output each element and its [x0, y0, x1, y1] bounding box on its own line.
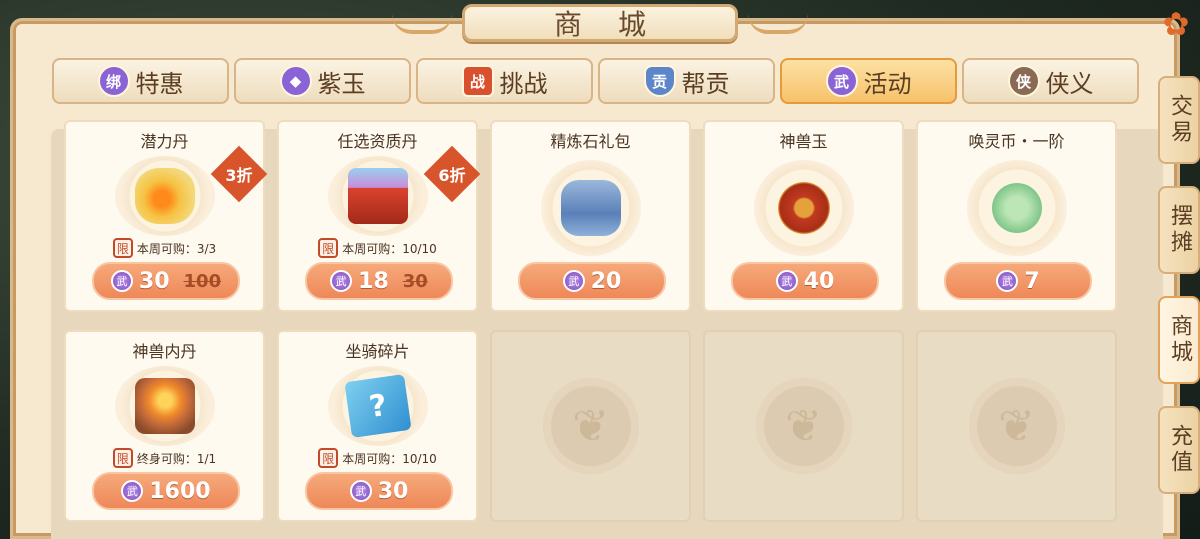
- buy-button[interactable]: 武 20: [518, 262, 666, 300]
- martial-coin-icon: 武: [825, 65, 858, 97]
- item-name: 神兽内丹: [132, 342, 197, 361]
- chivalry-coin-icon: 侠: [1007, 65, 1040, 97]
- empty-slot-icon: ❦: [755, 378, 852, 474]
- item-name: 神兽玉: [779, 132, 828, 151]
- side-tab-stall[interactable]: 摆摊: [1158, 186, 1200, 274]
- purchase-limit: 限 本周可购：10/10: [318, 448, 437, 468]
- discount-label: 6折: [438, 166, 466, 185]
- beast-jade-icon: [777, 182, 830, 234]
- tab-purple-jade[interactable]: ◆ 紫玉: [234, 58, 411, 104]
- category-tabs: 绑 特惠 ◆ 紫玉 战 挑战 贡 帮贡 武 活动 侠 侠义: [52, 58, 1139, 104]
- item-grid: 潜力丹 限 本周可购：3/3 3折 武 30 100 任选资质丹 限 本周可购：…: [64, 120, 1117, 522]
- price: 7: [1024, 268, 1040, 294]
- tab-label: 帮贡: [681, 69, 730, 98]
- beast-core-icon: [134, 378, 195, 434]
- price: 1600: [149, 478, 211, 504]
- empty-slot: ❦: [490, 330, 691, 522]
- martial-coin-icon: 武: [775, 270, 798, 292]
- original-price: 100: [183, 270, 222, 292]
- purchase-limit: 限 本周可购：3/3: [112, 238, 217, 258]
- martial-coin-icon: 武: [349, 480, 372, 502]
- item-image: ?: [327, 366, 428, 446]
- tab-label: 特惠: [135, 69, 184, 98]
- side-tab-recharge[interactable]: 充值: [1158, 406, 1200, 494]
- limit-badge: 限: [112, 238, 133, 258]
- price: 30: [138, 268, 170, 294]
- tab-label: 紫玉: [317, 69, 366, 98]
- empty-slot: ❦: [703, 330, 904, 522]
- side-tab-shop[interactable]: 商城: [1158, 296, 1200, 384]
- empty-slot: ❦: [916, 330, 1117, 522]
- treasure-chest-icon: [347, 168, 408, 224]
- buy-button[interactable]: 武 30: [305, 472, 453, 510]
- martial-coin-icon: 武: [996, 270, 1019, 292]
- item-name: 坐骑碎片: [345, 342, 410, 361]
- spirit-coin-icon: [991, 183, 1042, 233]
- tab-activity[interactable]: 武 活动: [780, 58, 957, 104]
- item-image: [114, 366, 215, 446]
- buy-button[interactable]: 武 30 100: [92, 262, 240, 300]
- item-image: [540, 160, 641, 256]
- original-price: 30: [402, 270, 428, 292]
- item-name: 任选资质丹: [337, 132, 418, 151]
- price: 20: [590, 268, 622, 294]
- buy-button[interactable]: 武 7: [944, 262, 1092, 300]
- item-image: [327, 156, 428, 236]
- tab-special-offer[interactable]: 绑 特惠: [52, 58, 229, 104]
- tab-label: 侠义: [1045, 69, 1094, 98]
- item-image: [966, 160, 1067, 256]
- shop-item-card[interactable]: 任选资质丹 限 本周可购：10/10 6折 武 18 30: [277, 120, 481, 312]
- item-name: 潜力丹: [140, 132, 189, 151]
- page-title: 商城: [462, 4, 738, 42]
- limit-badge: 限: [318, 448, 339, 468]
- purchase-limit: 限 终身可购：1/1: [112, 448, 217, 468]
- buy-button[interactable]: 武 1600: [92, 472, 240, 510]
- item-image: [114, 156, 215, 236]
- shop-item-card[interactable]: 坐骑碎片 ? 限 本周可购：10/10 武 30: [277, 330, 478, 522]
- empty-slot-icon: ❦: [542, 378, 639, 474]
- price: 30: [377, 478, 409, 504]
- limit-text: 本周可购：10/10: [342, 451, 437, 466]
- tab-label: 活动: [863, 69, 912, 98]
- tab-label: 挑战: [499, 69, 548, 98]
- refining-stone-box-icon: [560, 180, 621, 236]
- tab-chivalry[interactable]: 侠 侠义: [962, 58, 1139, 104]
- item-name: 唤灵币・一阶: [968, 132, 1065, 151]
- martial-coin-icon: 武: [562, 270, 585, 292]
- item-name: 精炼石礼包: [550, 132, 631, 151]
- guild-shield-icon: 贡: [643, 65, 676, 97]
- tab-challenge[interactable]: 战 挑战: [416, 58, 593, 104]
- bound-gem-icon: 绑: [97, 65, 130, 97]
- buy-button[interactable]: 武 40: [731, 262, 879, 300]
- item-image: [753, 160, 854, 256]
- buy-button[interactable]: 武 18 30: [305, 262, 453, 300]
- martial-coin-icon: 武: [330, 270, 353, 292]
- challenge-token-icon: 战: [461, 65, 494, 97]
- martial-coin-icon: 武: [121, 480, 144, 502]
- tab-guild-contribution[interactable]: 贡 帮贡: [598, 58, 775, 104]
- limit-badge: 限: [318, 238, 339, 258]
- limit-text: 本周可购：3/3: [136, 241, 217, 256]
- shop-item-card[interactable]: 唤灵币・一阶 武 7: [916, 120, 1117, 312]
- side-tab-trade[interactable]: 交易: [1158, 76, 1200, 164]
- shop-item-card[interactable]: 精炼石礼包 武 20: [490, 120, 691, 312]
- martial-coin-icon: 武: [110, 270, 133, 292]
- shop-item-card[interactable]: 潜力丹 限 本周可购：3/3 3折 武 30 100: [64, 120, 268, 312]
- side-tabs: 交易 摆摊 商城 充值: [1158, 76, 1200, 494]
- price: 18: [358, 268, 389, 294]
- close-icon: ✿: [1162, 5, 1190, 43]
- purple-gem-icon: ◆: [279, 65, 312, 97]
- shop-item-card[interactable]: 神兽内丹 限 终身可购：1/1 武 1600: [64, 330, 265, 522]
- limit-text: 终身可购：1/1: [136, 451, 217, 466]
- limit-badge: 限: [112, 448, 133, 468]
- shop-item-card[interactable]: 神兽玉 武 40: [703, 120, 904, 312]
- purchase-limit: 限 本周可购：10/10: [318, 238, 437, 258]
- empty-slot-icon: ❦: [968, 378, 1065, 474]
- close-button[interactable]: ✿: [1156, 4, 1196, 44]
- limit-text: 本周可购：10/10: [342, 241, 437, 256]
- discount-label: 3折: [225, 166, 253, 185]
- price: 40: [803, 268, 835, 294]
- mount-fragment-icon: ?: [343, 374, 412, 438]
- golden-pill-icon: [134, 168, 195, 224]
